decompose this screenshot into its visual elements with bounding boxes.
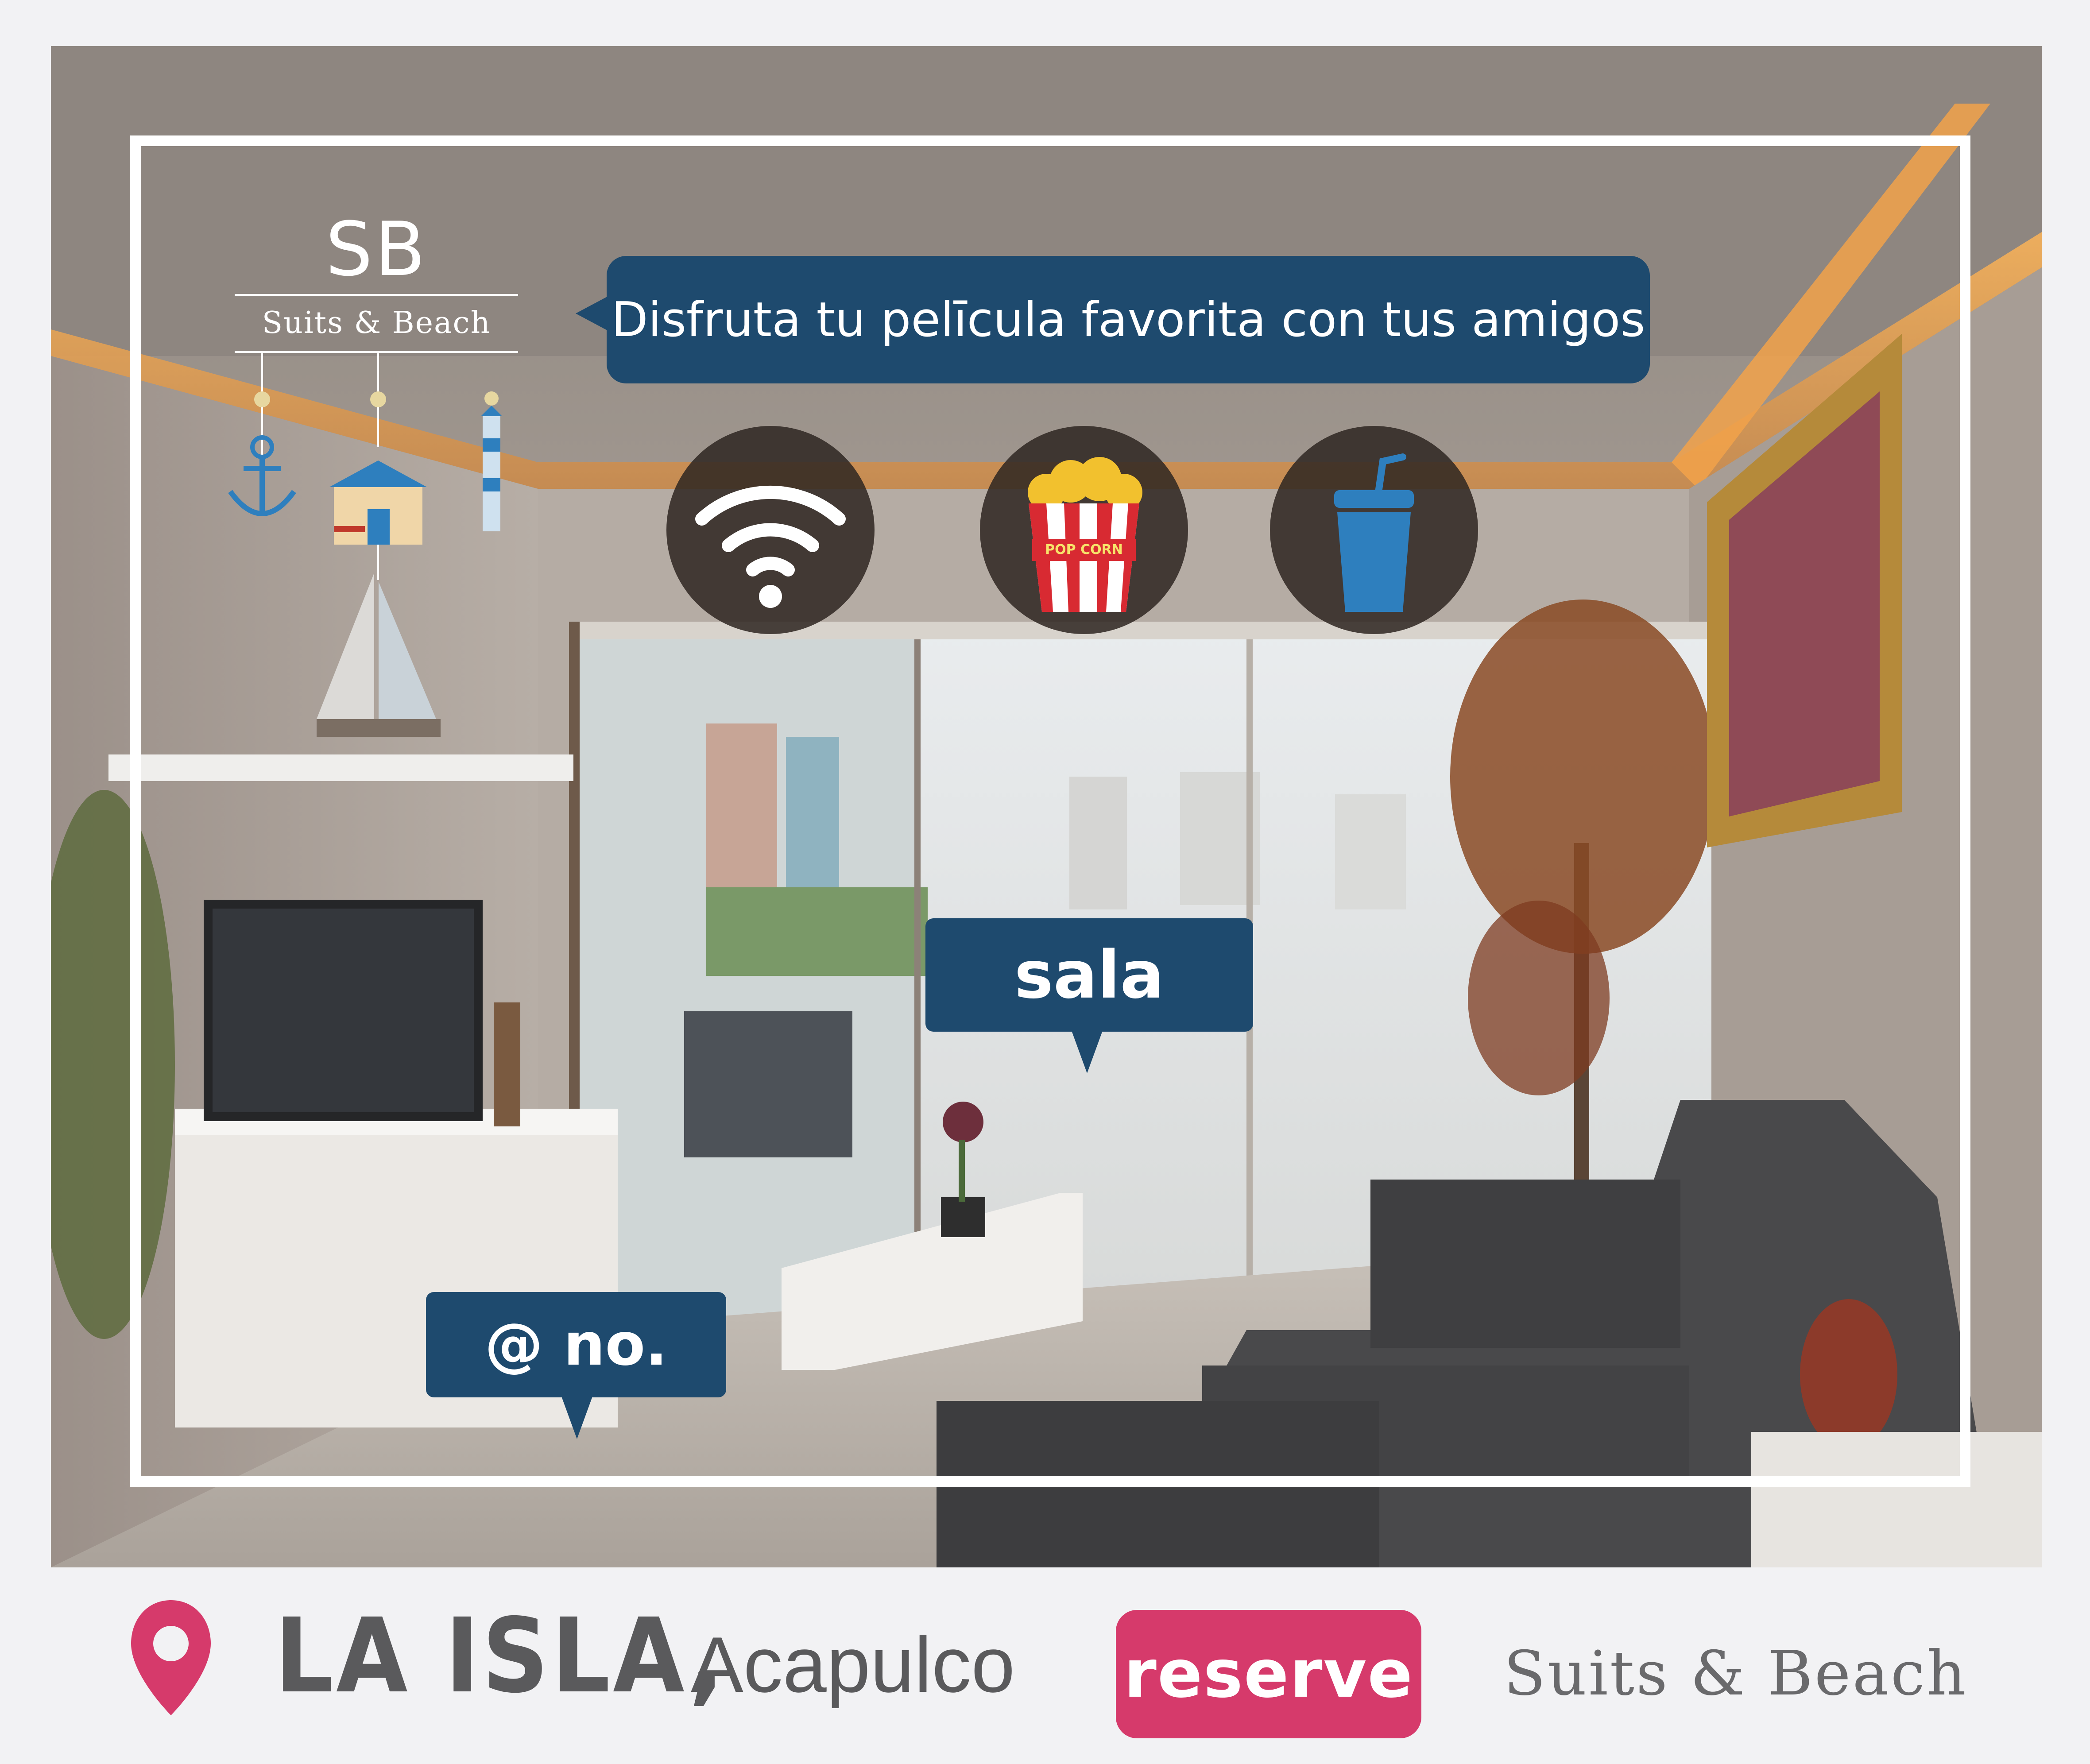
logo-brand-name: Suits & Beach	[262, 306, 491, 340]
lighthouse-icon	[481, 391, 502, 531]
bubble-room-tail	[1072, 1031, 1103, 1073]
wifi-icon	[695, 486, 846, 608]
reserve-button[interactable]: reserve	[1116, 1610, 1421, 1738]
location-city: Acapulco	[691, 1621, 1015, 1709]
speech-bubble-room: sala	[925, 918, 1253, 1032]
drink-cup-icon	[1334, 453, 1414, 612]
logo-ornaments	[228, 353, 427, 580]
amenity-drink	[1270, 426, 1478, 634]
logo-initials: SB	[325, 206, 427, 293]
bubble-number-tail	[561, 1396, 592, 1439]
amenity-popcorn: POP CORN	[980, 426, 1188, 634]
popcorn-label: POP CORN	[1045, 542, 1123, 557]
beach-house-icon	[329, 460, 427, 545]
location-name: LA ISLA,	[275, 1596, 727, 1716]
logo-divider-top	[235, 294, 518, 296]
speech-bubble-number: @ no.	[426, 1292, 726, 1397]
room-name-label: sala	[1014, 937, 1165, 1013]
amenity-wifi	[666, 426, 875, 634]
footer-brand-name: Suits & Beach	[1504, 1638, 1968, 1709]
location-pin-icon	[131, 1600, 211, 1715]
number-label: @ no.	[484, 1311, 668, 1379]
speech-bubble-top: Disfruta tu pelīcula favorita con tus am…	[607, 256, 1650, 383]
popcorn-icon	[1028, 457, 1142, 612]
bubble-top-text: Disfruta tu pelīcula favorita con tus am…	[611, 292, 1645, 348]
